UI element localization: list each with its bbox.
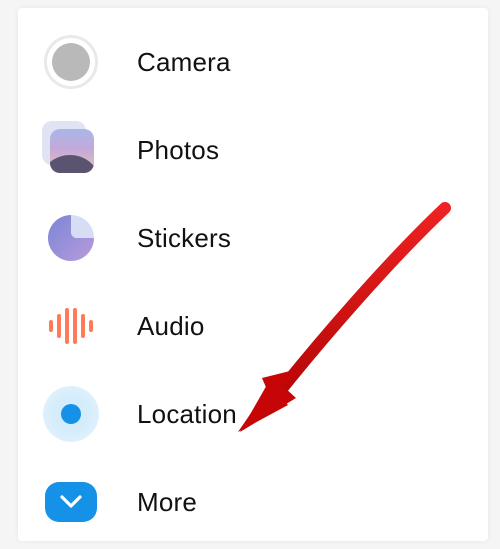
menu-item-label: More	[137, 487, 197, 518]
attachment-menu: Camera Photos	[18, 18, 488, 546]
audio-icon	[43, 298, 99, 354]
menu-item-label: Location	[137, 399, 237, 430]
menu-item-stickers[interactable]: Stickers	[18, 194, 488, 282]
menu-item-camera[interactable]: Camera	[18, 18, 488, 106]
menu-item-label: Camera	[137, 47, 231, 78]
menu-item-audio[interactable]: Audio	[18, 282, 488, 370]
menu-item-label: Audio	[137, 311, 205, 342]
menu-item-label: Photos	[137, 135, 219, 166]
location-icon	[43, 386, 99, 442]
chevron-down-icon	[43, 474, 99, 530]
camera-icon	[43, 34, 99, 90]
menu-item-location[interactable]: Location	[18, 370, 488, 458]
menu-item-photos[interactable]: Photos	[18, 106, 488, 194]
menu-item-more[interactable]: More	[18, 458, 488, 546]
stickers-icon	[43, 210, 99, 266]
attachment-menu-panel: Camera Photos	[18, 8, 488, 541]
photos-icon	[43, 122, 99, 178]
menu-item-label: Stickers	[137, 223, 231, 254]
